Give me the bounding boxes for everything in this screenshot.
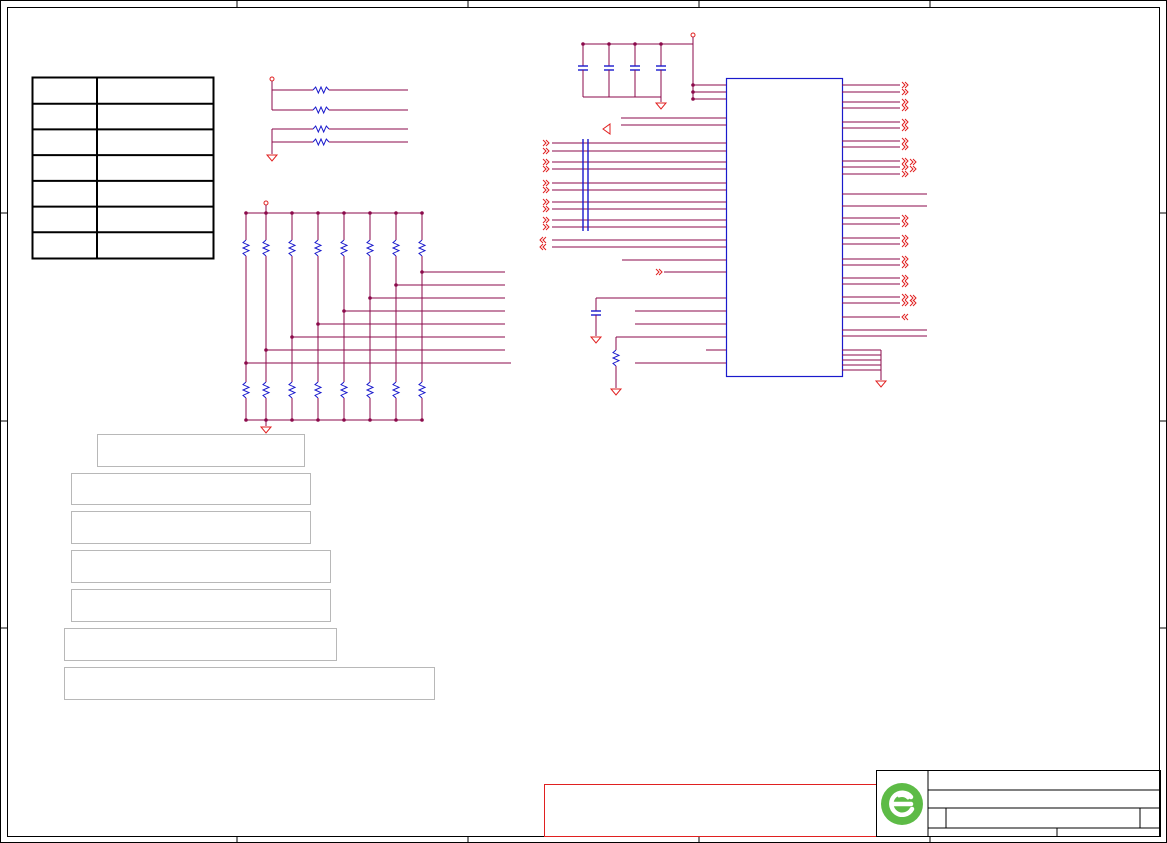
off-page-connector-icon	[901, 299, 909, 307]
junction-dot	[691, 97, 695, 101]
off-page-connector-icon	[901, 81, 909, 89]
power-flag-icon	[602, 123, 611, 135]
off-page-connector-icon	[901, 143, 909, 151]
off-page-connector-icon	[901, 274, 909, 282]
off-page-connector-icon	[539, 236, 547, 244]
off-page-connector-icon	[901, 98, 909, 106]
ground-symbol-icon	[874, 380, 888, 388]
ground-symbol-icon	[259, 426, 273, 434]
ground-symbol-icon	[609, 388, 623, 396]
resistor-symbol-icon	[313, 239, 323, 257]
junction-dot	[342, 418, 346, 422]
off-page-connector-icon	[542, 216, 550, 224]
resistor-symbol-icon	[241, 239, 251, 257]
off-page-connector-icon	[901, 293, 909, 301]
ground-symbol-icon	[265, 154, 279, 162]
off-page-connector-icon	[901, 240, 909, 248]
note-box-1	[97, 434, 305, 467]
resistor-symbol-icon	[611, 349, 621, 367]
sheet-outer-border	[0, 0, 1167, 843]
resistor-symbol-icon	[417, 239, 427, 257]
off-page-connector-icon	[901, 220, 909, 228]
off-page-connector-icon	[542, 205, 550, 213]
note-box-3	[71, 511, 311, 544]
resistor-symbol-icon	[287, 381, 297, 399]
note-box-6	[64, 628, 337, 661]
off-page-connector-icon	[901, 157, 909, 165]
resistor-symbol-icon	[365, 239, 375, 257]
company-logo-icon	[878, 776, 926, 832]
off-page-connector-icon	[901, 124, 909, 132]
resistor-symbol-icon	[391, 381, 401, 399]
resistor-symbol-icon	[241, 381, 251, 399]
off-page-connector-icon	[542, 223, 550, 231]
off-page-connector-icon	[901, 214, 909, 222]
junction-dot	[394, 418, 398, 422]
resistor-symbol-icon	[261, 239, 271, 257]
zone-ticks	[0, 0, 1167, 843]
note-box-7	[64, 667, 435, 700]
off-page-connector-icon	[542, 147, 550, 155]
resistor-symbol-icon	[312, 105, 330, 115]
junction-dot	[316, 418, 320, 422]
schematic-canvas	[0, 0, 1167, 843]
resistor-symbol-icon	[417, 381, 427, 399]
off-page-connector-icon	[542, 198, 550, 206]
ground-symbol-icon	[589, 336, 603, 344]
junction-dot	[290, 418, 294, 422]
off-page-connector-icon	[542, 158, 550, 166]
resistor-symbol-icon	[339, 239, 349, 257]
resistor-symbol-icon	[313, 381, 323, 399]
off-page-connector-icon	[901, 88, 909, 96]
power-port-icon	[263, 200, 269, 206]
off-page-connector-icon	[909, 158, 917, 166]
ic-right-pins	[842, 81, 927, 388]
off-page-connector-icon	[542, 179, 550, 187]
resistor-symbol-icon	[339, 381, 349, 399]
junction-dot	[420, 418, 424, 422]
resistor-symbol-icon	[287, 239, 297, 257]
off-page-connector-icon	[901, 280, 909, 288]
off-page-connector-icon	[901, 261, 909, 269]
off-page-connector-icon	[542, 186, 550, 194]
junction-dot	[691, 90, 695, 94]
off-page-connector-icon	[901, 234, 909, 242]
resistor-symbol-icon	[312, 124, 330, 134]
note-box-4	[71, 550, 331, 583]
resistor-ladder	[241, 200, 511, 434]
off-page-connector-icon	[901, 104, 909, 112]
off-page-connector-icon	[901, 255, 909, 263]
off-page-connector-icon	[901, 170, 909, 178]
off-page-connector-icon	[542, 139, 550, 147]
resistor-symbol-icon	[312, 137, 330, 147]
resistor-symbol-icon	[261, 381, 271, 399]
junction-dot	[691, 83, 695, 87]
off-page-connector-icon	[901, 118, 909, 126]
power-port-icon	[690, 32, 696, 38]
pullup-resistor-group	[265, 76, 408, 162]
junction-dot	[368, 418, 372, 422]
title-block	[544, 770, 1161, 837]
off-page-connector-icon	[542, 165, 550, 173]
note-box-5	[71, 589, 331, 622]
off-page-connector-icon	[539, 243, 547, 251]
schematic-sheet	[0, 0, 1167, 843]
ic-left-pins	[539, 117, 726, 396]
resistor-symbol-icon	[312, 85, 330, 95]
off-page-connector-icon	[901, 163, 909, 171]
main-ic-body	[725, 77, 844, 378]
resistor-symbol-icon	[365, 381, 375, 399]
power-port-icon	[269, 76, 275, 82]
ground-symbol-icon	[654, 102, 668, 110]
off-page-connector-icon	[909, 165, 917, 173]
off-page-connector-icon	[655, 268, 663, 276]
config-table	[31, 76, 215, 260]
decoupling-capacitor-bank	[578, 32, 726, 110]
junction-dot	[244, 418, 248, 422]
off-page-connector-icon	[901, 313, 909, 321]
resistor-symbol-icon	[391, 239, 401, 257]
sheet-inner-border	[7, 7, 1160, 837]
off-page-connector-icon	[901, 137, 909, 145]
note-box-2	[71, 473, 311, 505]
